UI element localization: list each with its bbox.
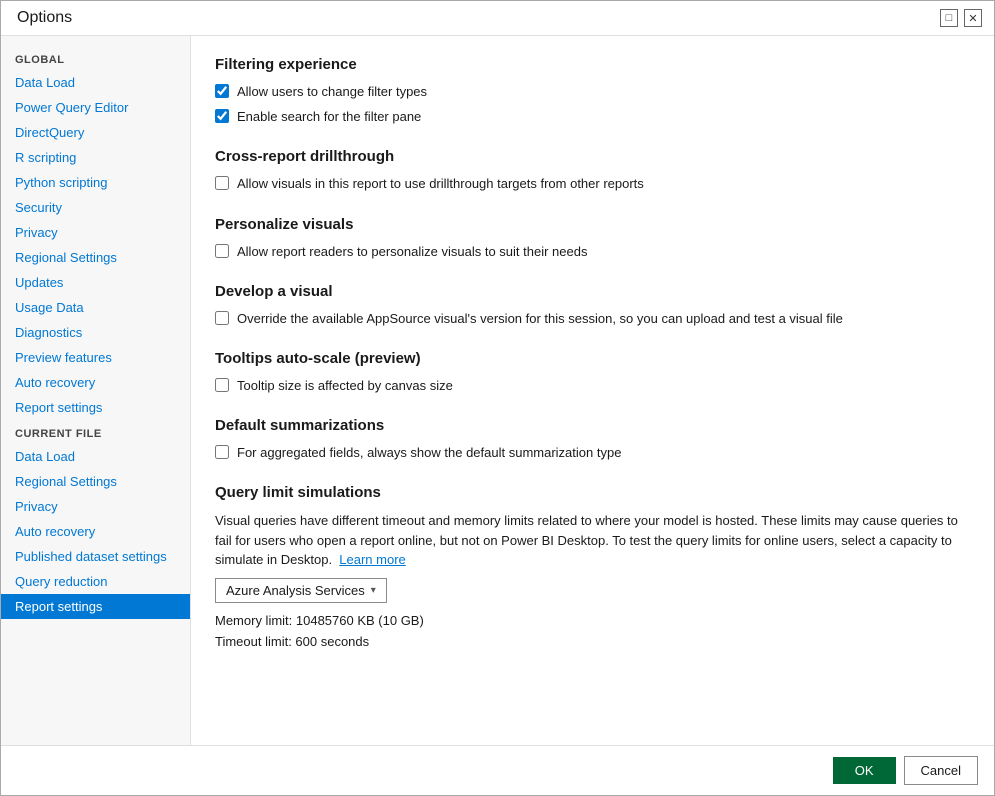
learn-more-link[interactable]: Learn more	[339, 552, 405, 567]
sidebar-item-directquery[interactable]: DirectQuery	[1, 120, 190, 145]
tooltips-section: Tooltips auto-scale (preview) Tooltip si…	[215, 350, 966, 395]
tooltips-title: Tooltips auto-scale (preview)	[215, 350, 966, 367]
sidebar-item-power-query-editor[interactable]: Power Query Editor	[1, 95, 190, 120]
tooltip-canvas-size-row: Tooltip size is affected by canvas size	[215, 377, 966, 395]
tooltip-canvas-size-label: Tooltip size is affected by canvas size	[237, 377, 453, 395]
sidebar-item-auto-recovery-current[interactable]: Auto recovery	[1, 519, 190, 544]
azure-analysis-services-dropdown[interactable]: Azure Analysis Services ▾	[215, 578, 387, 603]
sidebar-item-privacy-global[interactable]: Privacy	[1, 220, 190, 245]
query-limit-section: Query limit simulations Visual queries h…	[215, 484, 966, 652]
sidebar-item-regional-settings-current[interactable]: Regional Settings	[1, 469, 190, 494]
sidebar: GLOBAL Data Load Power Query Editor Dire…	[1, 36, 191, 745]
allow-users-change-filter-label: Allow users to change filter types	[237, 83, 427, 101]
enable-search-filter-pane-row: Enable search for the filter pane	[215, 108, 966, 126]
cross-report-title: Cross-report drillthrough	[215, 148, 966, 165]
ok-button[interactable]: OK	[833, 757, 896, 784]
allow-report-readers-label: Allow report readers to personalize visu…	[237, 243, 587, 261]
cancel-button[interactable]: Cancel	[904, 756, 978, 785]
dialog-body: GLOBAL Data Load Power Query Editor Dire…	[1, 36, 994, 745]
tooltip-canvas-size-checkbox[interactable]	[215, 378, 229, 392]
options-dialog: Options □ ✕ GLOBAL Data Load Power Query…	[0, 0, 995, 796]
dialog-footer: OK Cancel	[1, 745, 994, 795]
aggregated-fields-row: For aggregated fields, always show the d…	[215, 444, 966, 462]
develop-visual-title: Develop a visual	[215, 283, 966, 300]
personalize-visuals-section: Personalize visuals Allow report readers…	[215, 216, 966, 261]
sidebar-item-usage-data[interactable]: Usage Data	[1, 295, 190, 320]
filtering-experience-title: Filtering experience	[215, 56, 966, 73]
window-controls: □ ✕	[940, 9, 982, 27]
allow-visuals-drillthrough-row: Allow visuals in this report to use dril…	[215, 175, 966, 193]
filtering-experience-section: Filtering experience Allow users to chan…	[215, 56, 966, 126]
sidebar-item-python-scripting[interactable]: Python scripting	[1, 170, 190, 195]
query-limit-description: Visual queries have different timeout an…	[215, 511, 966, 570]
dropdown-selected-value: Azure Analysis Services	[226, 583, 365, 598]
sidebar-item-report-settings-current[interactable]: Report settings	[1, 594, 190, 619]
override-appsource-row: Override the available AppSource visual'…	[215, 310, 966, 328]
sidebar-item-updates[interactable]: Updates	[1, 270, 190, 295]
sidebar-item-auto-recovery-global[interactable]: Auto recovery	[1, 370, 190, 395]
sidebar-item-diagnostics[interactable]: Diagnostics	[1, 320, 190, 345]
sidebar-item-privacy-current[interactable]: Privacy	[1, 494, 190, 519]
title-bar: Options □ ✕	[1, 1, 994, 36]
global-section-label: GLOBAL	[1, 46, 190, 70]
sidebar-item-published-dataset[interactable]: Published dataset settings	[1, 544, 190, 569]
develop-visual-section: Develop a visual Override the available …	[215, 283, 966, 328]
allow-visuals-drillthrough-checkbox[interactable]	[215, 176, 229, 190]
close-button[interactable]: ✕	[964, 9, 982, 27]
sidebar-item-query-reduction[interactable]: Query reduction	[1, 569, 190, 594]
allow-users-change-filter-row: Allow users to change filter types	[215, 83, 966, 101]
default-summarizations-title: Default summarizations	[215, 417, 966, 434]
allow-report-readers-checkbox[interactable]	[215, 244, 229, 258]
override-appsource-checkbox[interactable]	[215, 311, 229, 325]
enable-search-filter-pane-label: Enable search for the filter pane	[237, 108, 421, 126]
allow-visuals-drillthrough-label: Allow visuals in this report to use dril…	[237, 175, 644, 193]
sidebar-item-security[interactable]: Security	[1, 195, 190, 220]
sidebar-item-r-scripting[interactable]: R scripting	[1, 145, 190, 170]
sidebar-item-data-load-global[interactable]: Data Load	[1, 70, 190, 95]
aggregated-fields-checkbox[interactable]	[215, 445, 229, 459]
allow-users-change-filter-checkbox[interactable]	[215, 84, 229, 98]
memory-limit-info: Memory limit: 10485760 KB (10 GB) Timeou…	[215, 611, 966, 653]
dropdown-arrow-icon: ▾	[371, 585, 376, 596]
sidebar-item-report-settings-global[interactable]: Report settings	[1, 395, 190, 420]
current-file-section-label: CURRENT FILE	[1, 420, 190, 444]
minimize-button[interactable]: □	[940, 9, 958, 27]
enable-search-filter-pane-checkbox[interactable]	[215, 109, 229, 123]
main-content: Filtering experience Allow users to chan…	[191, 36, 994, 745]
sidebar-item-data-load-current[interactable]: Data Load	[1, 444, 190, 469]
query-limit-title: Query limit simulations	[215, 484, 966, 501]
default-summarizations-section: Default summarizations For aggregated fi…	[215, 417, 966, 462]
aggregated-fields-label: For aggregated fields, always show the d…	[237, 444, 621, 462]
sidebar-item-regional-settings-global[interactable]: Regional Settings	[1, 245, 190, 270]
dialog-title: Options	[17, 9, 72, 27]
override-appsource-label: Override the available AppSource visual'…	[237, 310, 843, 328]
personalize-visuals-title: Personalize visuals	[215, 216, 966, 233]
cross-report-section: Cross-report drillthrough Allow visuals …	[215, 148, 966, 193]
allow-report-readers-row: Allow report readers to personalize visu…	[215, 243, 966, 261]
main-scroll-area[interactable]: Filtering experience Allow users to chan…	[191, 36, 994, 745]
sidebar-item-preview-features[interactable]: Preview features	[1, 345, 190, 370]
